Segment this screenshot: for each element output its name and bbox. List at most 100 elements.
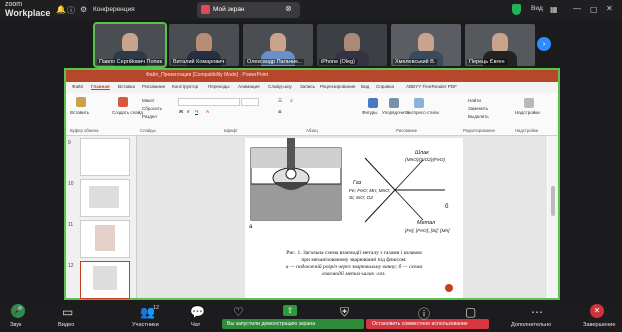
end-button[interactable]: Завершение <box>583 322 616 328</box>
find-button[interactable]: Найти <box>468 98 481 103</box>
addins-icon[interactable] <box>524 98 534 108</box>
select-button[interactable]: Выделить <box>468 114 489 119</box>
underline-icon[interactable]: Ч <box>195 109 198 114</box>
shapes-icon[interactable] <box>368 98 378 108</box>
section-button[interactable]: Раздел <box>142 114 157 119</box>
shield-icon[interactable] <box>512 4 521 15</box>
caption-line: Рис. 1. Загальна схема взаємодії металу … <box>286 250 422 256</box>
video-button[interactable]: Видео <box>58 322 74 328</box>
current-slide[interactable]: а Шлак (MnO)(SiO2)(FeO) Газ Fe; FeO; Mn;… <box>245 138 463 298</box>
menu-help[interactable]: Справка <box>376 84 394 89</box>
arrange-icon[interactable] <box>389 98 399 108</box>
ppt-menu-bar: Файл Главная Вставка Рисование Конструкт… <box>66 82 558 103</box>
menu-slideshow[interactable]: Слайд-шоу <box>268 84 292 89</box>
maximize-icon[interactable]: ▢ <box>590 5 598 14</box>
menu-transitions[interactable]: Переходы <box>208 84 230 89</box>
chat-icon[interactable]: 💬 <box>190 305 205 319</box>
menu-file[interactable]: Файл <box>72 84 83 89</box>
more-button[interactable]: Дополнительно <box>511 322 551 328</box>
participant-face <box>270 33 286 53</box>
new-slide-button[interactable]: Создать слайд <box>112 110 143 115</box>
slide-canvas[interactable]: а Шлак (MnO)(SiO2)(FeO) Газ Fe; FeO; Mn;… <box>137 136 547 298</box>
end-call-icon[interactable]: ✕ <box>590 304 604 318</box>
more-icon[interactable]: ⋯ <box>531 305 543 319</box>
replace-button[interactable]: Заменить <box>468 106 488 111</box>
video-camera-icon[interactable]: ▭ <box>62 305 73 319</box>
slide-thumbnail[interactable] <box>80 138 130 176</box>
record-icon[interactable] <box>445 284 453 292</box>
window-close-icon[interactable]: ✕ <box>606 4 613 13</box>
participant-face <box>418 33 434 53</box>
participant-tile[interactable]: Павло Сергійович Попик <box>93 22 167 68</box>
font-size-select[interactable] <box>241 98 259 106</box>
reset-button[interactable]: Сбросить <box>142 106 162 111</box>
menu-view[interactable]: Вид <box>361 84 369 89</box>
label-slag: Шлак <box>415 150 429 156</box>
arrow-to-metal <box>394 189 424 221</box>
caption-line: взаємодії метал-шлак -газ. <box>322 271 386 277</box>
new-slide-icon[interactable] <box>118 97 128 107</box>
menu-abbyy[interactable]: ABBYY FineReader PDF <box>406 84 457 89</box>
my-screen-pill[interactable]: Мой экран ⊗ <box>197 2 300 18</box>
shapes-button[interactable]: Фигуры <box>362 110 378 115</box>
bold-icon[interactable]: Ж <box>179 109 183 114</box>
view-menu[interactable]: Вид <box>531 5 543 12</box>
menu-draw[interactable]: Рисование <box>142 84 165 89</box>
participant-tile[interactable]: Виталий Комарович <box>169 24 239 66</box>
participant-tile[interactable]: Перець Євген <box>465 24 535 66</box>
apps-icon[interactable]: ▢ <box>465 305 476 319</box>
participant-tile[interactable]: Хмелевський В. <box>391 24 461 66</box>
numbering-icon[interactable]: ≡ <box>290 98 293 103</box>
menu-insert[interactable]: Вставка <box>118 84 135 89</box>
font-name-select[interactable] <box>178 98 240 106</box>
info-icon[interactable]: ⓘ <box>67 5 75 16</box>
share-screen-icon[interactable]: ⇧ <box>283 305 297 316</box>
thumb-figure <box>95 225 115 251</box>
microphone-icon[interactable]: 🎤 <box>11 304 25 318</box>
label-a: а <box>249 224 253 230</box>
paste-button[interactable]: Вставить <box>70 110 89 115</box>
shared-screen: Файл_Презентация [Compatibility Mode] · … <box>64 68 560 300</box>
label-metal: Метал <box>417 220 435 226</box>
close-icon[interactable]: ⊗ <box>285 4 292 13</box>
menu-design[interactable]: Конструктор <box>172 84 198 89</box>
next-participants-button[interactable]: › <box>537 37 551 51</box>
menu-home[interactable]: Главная <box>91 84 110 90</box>
vertical-scrollbar[interactable] <box>548 136 558 298</box>
arrange-button[interactable]: Упорядочить <box>382 110 409 115</box>
slide-thumbnail[interactable] <box>80 179 130 217</box>
menu-record[interactable]: Запись <box>300 84 315 89</box>
paste-icon[interactable] <box>76 97 86 107</box>
quick-styles-button[interactable]: Экспресс-стили <box>406 110 439 115</box>
addins-button[interactable]: Надстройки <box>515 110 540 115</box>
participant-tile[interactable]: iPhone (Oleg) <box>317 24 387 66</box>
scroll-thumb[interactable] <box>551 186 555 216</box>
participants-button[interactable]: Участники <box>132 322 159 328</box>
info-icon[interactable]: ⓘ <box>418 305 430 322</box>
gear-icon[interactable]: ⚙ <box>80 5 87 14</box>
bullets-icon[interactable]: ☰ <box>278 98 282 104</box>
thumb-figure <box>89 186 119 208</box>
chat-button[interactable]: Чат <box>191 322 200 328</box>
reactions-icon[interactable]: ♡ <box>233 305 244 319</box>
quick-styles-icon[interactable] <box>414 98 424 108</box>
align-icon[interactable]: ≣ <box>278 109 282 115</box>
layout-button[interactable]: Макет <box>142 98 155 103</box>
italic-icon[interactable]: К <box>187 109 190 114</box>
slide-thumbnail[interactable] <box>80 261 130 299</box>
participant-face <box>492 33 508 53</box>
bell-icon[interactable]: 🔔 <box>56 5 66 14</box>
audio-button[interactable]: Звук <box>10 322 21 328</box>
menu-animation[interactable]: Анимация <box>238 84 260 89</box>
conference-label[interactable]: Конференция <box>93 6 135 13</box>
slide-thumbnail[interactable] <box>80 220 130 258</box>
slide-number: 11 <box>68 222 74 228</box>
menu-review[interactable]: Рецензирование <box>320 84 355 89</box>
participant-tile[interactable]: Олександр Пальчик... <box>243 24 313 66</box>
electrode <box>287 138 295 170</box>
participant-face <box>196 33 212 53</box>
grid-view-icon[interactable]: ▦ <box>550 5 558 14</box>
minimize-icon[interactable]: — <box>573 4 581 13</box>
font-color-icon[interactable]: A <box>206 109 209 114</box>
security-icon[interactable]: ⛨ <box>340 305 349 320</box>
